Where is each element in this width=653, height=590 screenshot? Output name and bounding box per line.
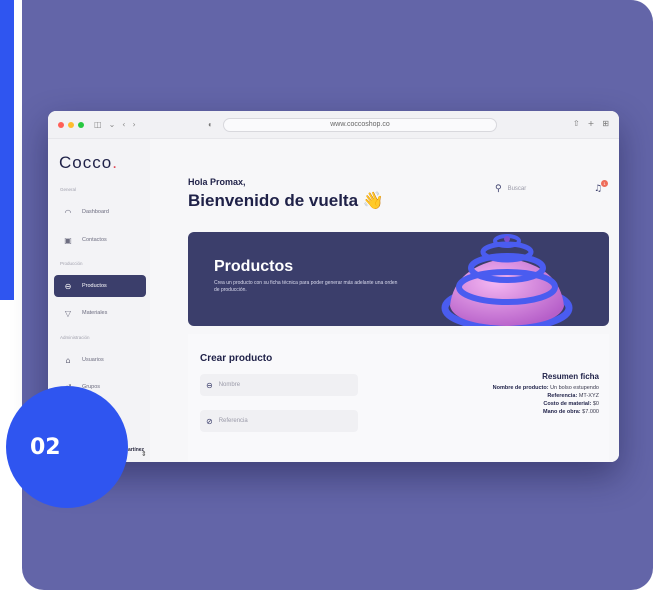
sidebar-item-label: Dashboard	[82, 209, 109, 215]
privacy-shield-icon[interactable]: ◐	[208, 120, 215, 129]
name-placeholder: Nombre	[218, 382, 241, 388]
plus-icon[interactable]: +	[588, 119, 595, 128]
dashboard-icon: ◠	[64, 207, 72, 217]
logo[interactable]: Cocco.	[59, 153, 118, 173]
sidebar-item-label: Usuarios	[82, 357, 104, 363]
slide: 02 ◫ ⌄ ‹ › ◐ www.coccoshop.co ⇧ + ⊞ Cocc…	[0, 0, 653, 590]
sidebar-icon[interactable]: ◫	[94, 120, 102, 129]
summary-row: Nombre de producto: Un bolso estupendo	[492, 385, 599, 391]
sidebar-item-label: Contactos	[82, 237, 107, 243]
name-field[interactable]: ⊖ Nombre	[200, 374, 358, 396]
form-title: Crear producto	[200, 353, 273, 364]
sidebar-item-label: Productos	[82, 283, 107, 289]
close-dot-icon[interactable]	[58, 121, 64, 128]
sidebar-item-label: Materiales	[82, 310, 108, 316]
reference-placeholder: Referencia	[218, 418, 248, 424]
main-content: Hola Promax, Bienvenido de vuelta 👋 ⚲ Bu…	[150, 139, 619, 462]
reference-field[interactable]: ⊘ Referencia	[200, 410, 358, 432]
section-general: General	[60, 187, 77, 192]
address-bar[interactable]: www.coccoshop.co	[223, 118, 497, 132]
notification-badge: 1	[601, 180, 608, 187]
sidebar-item-contactos[interactable]: ▣ Contactos	[54, 229, 146, 251]
home-icon: ⌂	[65, 355, 71, 365]
slide-number: 02	[30, 434, 61, 460]
share-icon[interactable]: ⇧	[573, 119, 580, 128]
minimize-dot-icon[interactable]	[68, 121, 74, 128]
banner-title: Productos	[214, 258, 294, 275]
search-placeholder: Buscar	[507, 186, 527, 192]
summary-row: Mano de obra: $7.000	[543, 409, 599, 415]
browser-toolbar: ◫ ⌄ ‹ › ◐ www.coccoshop.co ⇧ + ⊞	[48, 111, 619, 139]
bag-icon: ⊖	[64, 281, 72, 291]
summary-row: Costo de material: $0	[543, 401, 599, 407]
create-product-form: Crear producto ⊖ Nombre ⊘ Referencia Res…	[188, 334, 609, 462]
sidebar-item-dashboard[interactable]: ◠ Dashboard	[54, 201, 146, 223]
blue-accent-bar	[0, 0, 14, 300]
browser-window: ◫ ⌄ ‹ › ◐ www.coccoshop.co ⇧ + ⊞ Cocco. …	[48, 111, 619, 462]
section-administracion: Administración	[60, 335, 90, 340]
summary-title: Resumen ficha	[542, 372, 599, 381]
greeting: Hola Promax,	[188, 177, 246, 187]
filter-icon: ▽	[64, 308, 72, 318]
search-input[interactable]: ⚲ Buscar	[495, 184, 526, 194]
chevron-down-icon[interactable]: ⌄	[109, 120, 116, 129]
bag-icon: ⊖	[206, 380, 213, 390]
sidebar-item-usuarios[interactable]: ⌂ Usuarios	[54, 349, 146, 371]
sidebar-item-productos[interactable]: ⊖ Productos	[54, 275, 146, 297]
window-controls	[58, 121, 84, 128]
summary-row: Referencia: MT-XYZ	[547, 393, 599, 399]
chevron-updown-icon[interactable]: ⇕	[141, 450, 147, 458]
section-produccion: Producción	[60, 261, 83, 266]
back-icon[interactable]: ‹	[122, 120, 125, 129]
maximize-dot-icon[interactable]	[78, 121, 84, 128]
slide-number-badge: 02	[6, 386, 128, 508]
sidebar-item-materiales[interactable]: ▽ Materiales	[54, 302, 146, 324]
products-banner: Productos Crea un producto con su ficha …	[188, 232, 609, 326]
tag-icon: ⊘	[206, 416, 213, 426]
grid-icon[interactable]: ⊞	[602, 119, 609, 128]
search-icon: ⚲	[495, 184, 502, 194]
forward-icon[interactable]: ›	[132, 120, 135, 129]
page-title: Bienvenido de vuelta 👋	[188, 191, 384, 210]
banner-description: Crea un producto con su ficha técnica pa…	[214, 280, 398, 293]
contacts-icon: ▣	[64, 235, 72, 245]
summary-panel: Resumen ficha Nombre de producto: Un bol…	[399, 371, 599, 416]
sphere-illustration	[441, 234, 573, 326]
